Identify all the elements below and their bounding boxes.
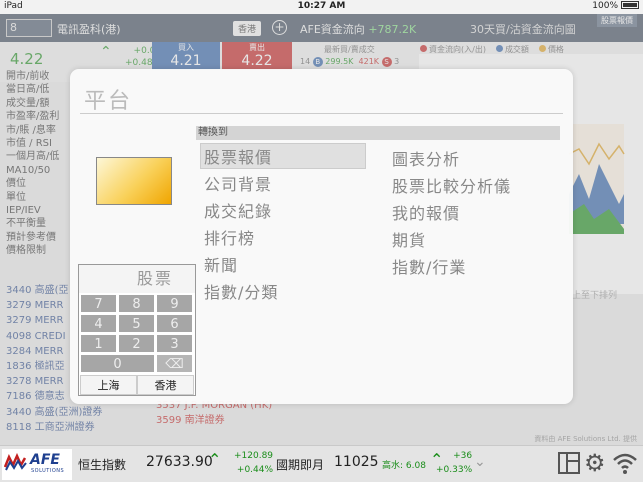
menu-item-right-1[interactable]: 圖表分析 [392, 146, 460, 170]
menu-item-5[interactable]: 新聞 [204, 252, 238, 276]
status-bar: iPad 10:27 AM 100% [0, 0, 643, 14]
modal-divider [80, 113, 563, 114]
logo-text: AFE [30, 452, 60, 468]
keypad-key-5[interactable]: 5 [118, 314, 155, 333]
hsi-change-percent: +0.44% [236, 465, 274, 475]
keypad-key-2[interactable]: 2 [118, 334, 155, 353]
futures-change-percent: +0.33% [436, 465, 473, 475]
wifi-icon[interactable] [612, 450, 638, 476]
bottom-bar: AFE SOLUTIONS 恒生指數 27633.90 ⌃ +120.89 +0… [0, 445, 643, 482]
hsi-change: +120.89 +0.44% [234, 449, 273, 477]
futures-value: 11025 [334, 454, 379, 470]
keypad-key-0[interactable]: 0 [80, 354, 155, 373]
keypad-key-6[interactable]: 6 [156, 314, 193, 333]
menu-item-right-4[interactable]: 期貨 [392, 227, 426, 251]
battery-indicator: 100% [592, 1, 639, 11]
keypad-key-9[interactable]: 9 [156, 294, 193, 313]
futures-premium: 高水: 6.08 [382, 461, 426, 471]
keypad-key-8[interactable]: 8 [118, 294, 155, 313]
hsi-up-icon: ⌃ [208, 450, 222, 469]
keypad-key-1[interactable]: 1 [80, 334, 117, 353]
clock: 10:27 AM [297, 1, 346, 11]
keypad-key-3[interactable]: 3 [156, 334, 193, 353]
menu-item-1[interactable]: 股票報價 [200, 143, 366, 169]
keypad-title: 股票 [79, 265, 195, 293]
menu-item-right-5[interactable]: 指數/行業 [392, 254, 466, 278]
afe-logo-mark [4, 453, 27, 471]
stock-keypad: 股票 7 8 9 4 5 6 1 2 3 0 ⌫ 上海 香港 [78, 264, 196, 396]
backspace-icon[interactable]: ⌫ [156, 354, 193, 373]
menu-item-right-2[interactable]: 股票比較分析儀 [392, 173, 511, 197]
keypad-market-1[interactable]: 上海 [80, 375, 137, 395]
futures-change-value: +36 [453, 451, 473, 461]
keypad-key-7[interactable]: 7 [80, 294, 117, 313]
menu-item-6[interactable]: 指數/分類 [204, 279, 278, 303]
hsi-value: 27633.90 [146, 454, 213, 470]
gear-icon[interactable]: ⚙ [584, 450, 606, 476]
menu-item-3[interactable]: 成交紀錄 [204, 198, 272, 222]
logo-subtext: SOLUTIONS [31, 468, 65, 474]
futures-label: 國期即月 [276, 458, 325, 472]
keypad-key-4[interactable]: 4 [80, 314, 117, 333]
keypad-market-2[interactable]: 香港 [137, 375, 194, 395]
goto-label: 轉換到 [196, 126, 560, 140]
menu-item-2[interactable]: 公司背景 [204, 171, 272, 195]
chevron-down-icon[interactable]: ⌄ [474, 454, 486, 470]
platform-thumbnail[interactable] [96, 157, 172, 205]
battery-icon [621, 1, 639, 9]
battery-label: 100% [592, 1, 618, 11]
menu-item-4[interactable]: 排行榜 [204, 225, 255, 249]
afe-logo: AFE SOLUTIONS [2, 449, 72, 480]
futures-change: +36 +0.33% [436, 449, 472, 477]
hsi-change-value: +120.89 [234, 451, 274, 461]
hsi-label: 恒生指數 [78, 458, 127, 472]
modal-title: 平台 [84, 89, 133, 114]
layout-icon[interactable] [558, 452, 580, 474]
menu-item-right-3[interactable]: 我的報價 [392, 200, 460, 224]
